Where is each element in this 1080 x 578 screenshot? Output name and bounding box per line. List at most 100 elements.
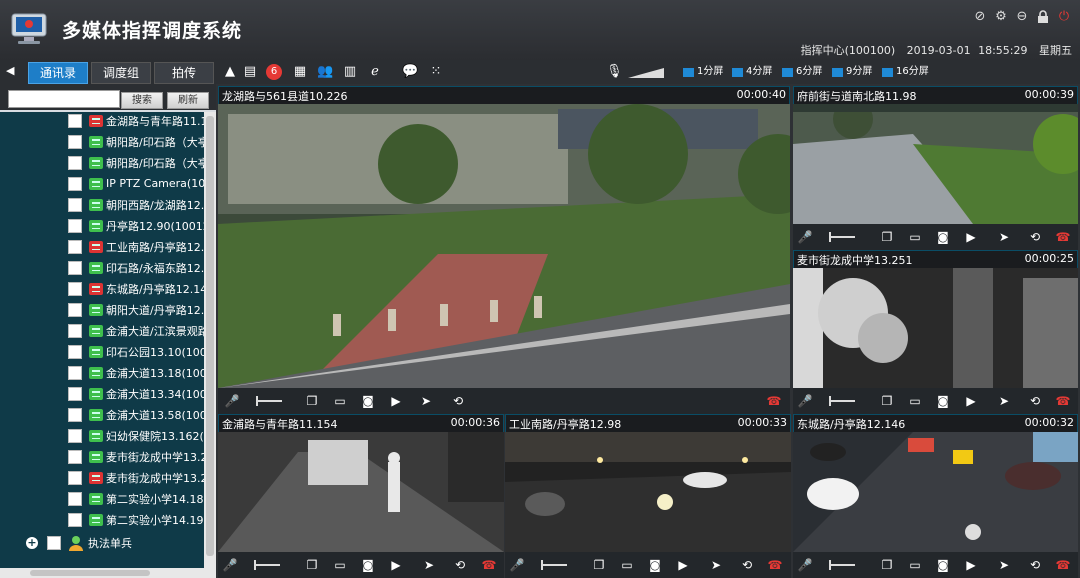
grid-list-icon[interactable]: ▦	[292, 64, 308, 80]
tree-item[interactable]: 朝阳路/印石路（大亭	[0, 152, 204, 173]
hangup-icon[interactable]: ☎	[766, 394, 782, 408]
chat-icon[interactable]: 💬	[402, 64, 418, 80]
mic-off-icon[interactable]: 🎤	[222, 558, 238, 572]
refresh-icon[interactable]: ⟲	[739, 558, 755, 572]
checkbox[interactable]	[68, 386, 82, 401]
video-pane-main[interactable]: 龙湖路与561县道10.226 00:00:40 🎤 ❐ ▭ ◙ ▶ ➤ ⟲ ☎	[218, 86, 790, 414]
send-icon[interactable]: ➤	[708, 558, 724, 572]
checkbox[interactable]	[68, 176, 82, 191]
hangup-icon[interactable]: ☎	[1055, 230, 1071, 244]
layers-icon[interactable]: ❐	[591, 558, 607, 572]
refresh-icon[interactable]: ⟲	[1027, 230, 1043, 244]
refresh-icon[interactable]: ⟲	[1027, 558, 1043, 572]
screen-icon[interactable]: ▭	[332, 394, 348, 408]
layers-icon[interactable]: ❐	[879, 558, 895, 572]
send-icon[interactable]: ➤	[996, 230, 1012, 244]
screen-icon[interactable]: ▭	[332, 558, 348, 572]
video-record-icon[interactable]: ▶	[675, 558, 691, 572]
tree-scroll-thumb[interactable]	[206, 116, 214, 556]
send-icon[interactable]: ➤	[996, 394, 1012, 408]
tree-item[interactable]: 朝阳路/印石路（大亭	[0, 131, 204, 152]
volume-slider[interactable]	[254, 396, 284, 406]
checkbox[interactable]	[68, 323, 82, 338]
hangup-icon[interactable]: ☎	[1055, 558, 1071, 572]
tree-group-item[interactable]: + 执法单兵	[0, 532, 204, 553]
tab-dispatch-group[interactable]: 调度组	[91, 62, 151, 84]
checkbox[interactable]	[68, 302, 82, 317]
checkbox[interactable]	[68, 365, 82, 380]
video-record-icon[interactable]: ▶	[388, 558, 404, 572]
checkbox[interactable]	[68, 428, 82, 443]
tree-item[interactable]: 金浦大道13.34(1001	[0, 383, 204, 404]
expand-plus-icon[interactable]: +	[26, 536, 38, 549]
checkbox[interactable]	[68, 260, 82, 275]
checkbox[interactable]	[68, 197, 82, 212]
tree-item[interactable]: 东城路/丹亭路12.14	[0, 278, 204, 299]
tree-item[interactable]: 印石路/永福东路12.1	[0, 257, 204, 278]
tree-item[interactable]: 麦市街龙成中学13.2	[0, 446, 204, 467]
video-record-icon[interactable]: ▶	[963, 394, 979, 408]
mic-off-icon[interactable]: 🎤	[509, 558, 525, 572]
tree-item[interactable]: 丹亭路12.90(10012	[0, 215, 204, 236]
video-pane[interactable]: 麦市街龙成中学13.251 00:00:25 🎤 ❐ ▭ ◙ ▶ ➤ ⟲ ☎	[793, 250, 1078, 414]
apps-grid-icon[interactable]: ⁙	[428, 64, 444, 80]
layers-icon[interactable]: ❐	[879, 230, 895, 244]
microphone-icon[interactable]: 🎙	[606, 64, 623, 80]
mic-off-icon[interactable]: 🎤	[797, 230, 813, 244]
mic-off-icon[interactable]: 🎤	[224, 394, 240, 408]
send-icon[interactable]: ➤	[996, 558, 1012, 572]
layers-icon[interactable]: ❐	[304, 558, 320, 572]
checkbox[interactable]	[68, 512, 82, 527]
refresh-icon[interactable]: ⟲	[1027, 394, 1043, 408]
tree-item[interactable]: 金湖路与青年路11.1	[0, 112, 204, 131]
checkbox[interactable]	[68, 155, 82, 170]
volume-slider[interactable]	[827, 560, 857, 570]
checkbox[interactable]	[47, 535, 61, 550]
checkbox[interactable]	[68, 407, 82, 422]
users-icon[interactable]: 👥	[317, 64, 333, 80]
screen-icon[interactable]: ▭	[907, 558, 923, 572]
camera-snapshot-icon[interactable]: ◙	[360, 558, 376, 572]
tree-item[interactable]: 朝阳西路/龙湖路12.5	[0, 194, 204, 215]
checkbox[interactable]	[68, 344, 82, 359]
lock-icon[interactable]	[1035, 8, 1051, 24]
tree-item[interactable]: 朝阳大道/丹亭路12.1	[0, 299, 204, 320]
mic-off-icon[interactable]: 🎤	[797, 558, 813, 572]
tree-item[interactable]: 金浦大道13.18(1001	[0, 362, 204, 383]
video-pane[interactable]: 东城路/丹亭路12.146 00:00:32 🎤 ❐ ▭ ◙ ▶ ➤ ⟲ ☎	[793, 414, 1078, 578]
tree-item[interactable]: 金浦大道/江滨景观路	[0, 320, 204, 341]
volume-slider[interactable]	[827, 232, 857, 242]
send-icon[interactable]: ➤	[421, 558, 437, 572]
tree-item[interactable]: 工业南路/丹亭路12.9	[0, 236, 204, 257]
video-record-icon[interactable]: ▶	[963, 230, 979, 244]
video-record-icon[interactable]: ▶	[388, 394, 404, 408]
split-1-option[interactable]: 1分屏	[683, 65, 723, 79]
video-pane[interactable]: 府前街与道南北路11.98 00:00:39 🎤 ❐ ▭ ◙ ▶ ➤ ⟲ ☎	[793, 86, 1078, 250]
video-pane[interactable]: 工业南路/丹亭路12.98 00:00:33 🎤 ❐ ▭ ◙ ▶ ➤ ⟲ ☎	[505, 414, 791, 578]
mic-off-icon[interactable]: 🎤	[797, 394, 813, 408]
checkbox[interactable]	[68, 218, 82, 233]
split-4-option[interactable]: 4分屏	[732, 65, 772, 79]
tree-hscroll-thumb[interactable]	[30, 570, 150, 576]
split-16-option[interactable]: 16分屏	[882, 65, 929, 79]
checkbox[interactable]	[68, 239, 82, 254]
camera-snapshot-icon[interactable]: ◙	[935, 230, 951, 244]
video-record-icon[interactable]: ▶	[963, 558, 979, 572]
checkbox[interactable]	[68, 470, 82, 485]
triangle-left-icon[interactable]: ◀	[6, 64, 14, 77]
tree-item[interactable]: 第二实验小学14.19(	[0, 509, 204, 530]
document-icon[interactable]: ▥	[342, 64, 358, 80]
pin-icon[interactable]: ⊘	[972, 8, 988, 24]
tree-item[interactable]: IP PTZ Camera(100	[0, 173, 204, 194]
screen-icon[interactable]: ▭	[907, 394, 923, 408]
send-icon[interactable]: ➤	[418, 394, 434, 408]
triangle-up-icon[interactable]: ▲	[222, 64, 238, 80]
gear-icon[interactable]: ⚙	[993, 8, 1009, 24]
search-input[interactable]	[8, 90, 120, 108]
tree-item[interactable]: 印石公园13.10(1001	[0, 341, 204, 362]
browser-icon[interactable]: ℯ	[367, 64, 383, 80]
video-pane[interactable]: 金浦路与青年路11.154 00:00:36 🎤 ❐ ▭ ◙ ▶ ➤ ⟲ ☎	[218, 414, 504, 578]
hangup-icon[interactable]: ☎	[1055, 394, 1071, 408]
checkbox[interactable]	[68, 134, 82, 149]
split-9-option[interactable]: 9分屏	[832, 65, 872, 79]
